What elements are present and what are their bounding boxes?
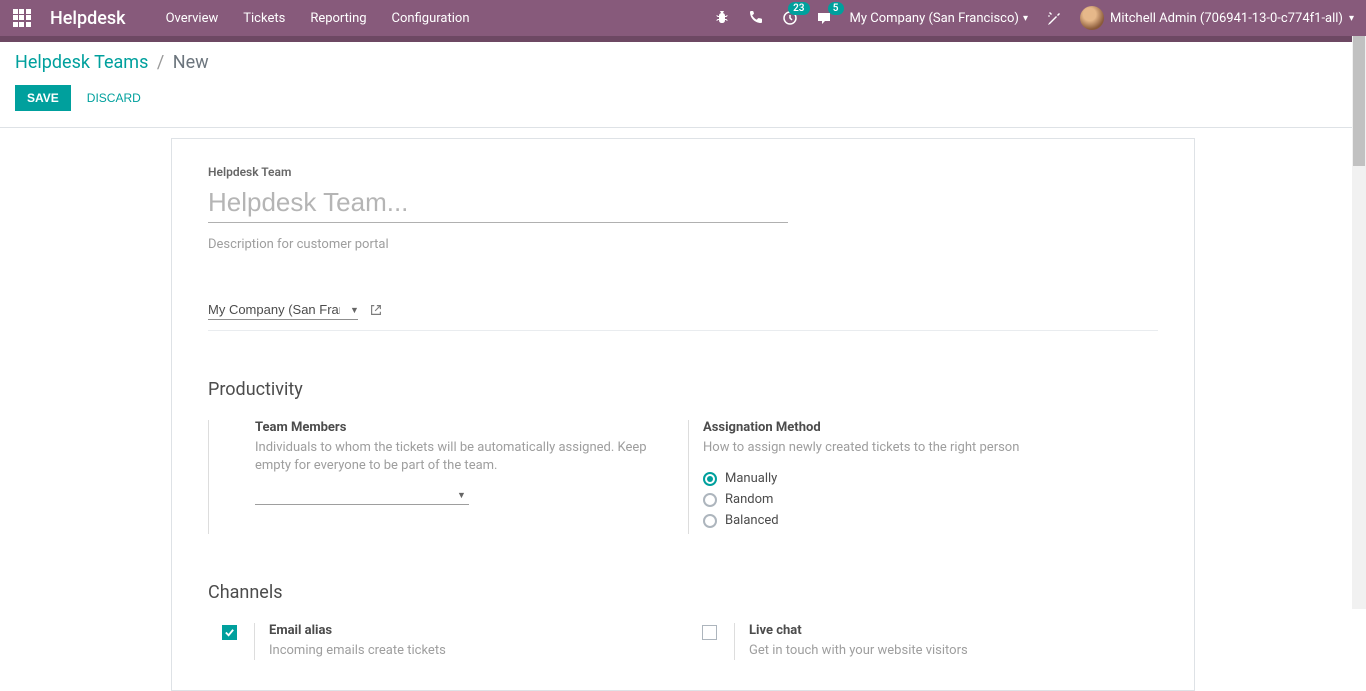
livechat-checkbox[interactable] [702,625,717,640]
radio-icon [703,472,717,486]
nav-menu: Overview Tickets Reporting Configuration [166,11,470,26]
team-members-desc: Individuals to whom the tickets will be … [255,439,664,475]
assignation-title: Assignation Method [703,420,1144,435]
messages-icon[interactable]: 5 [816,10,832,26]
phone-icon[interactable] [748,10,764,26]
team-members-title: Team Members [255,420,664,435]
discard-button[interactable]: DISCARD [87,91,141,105]
section-channels-title: Channels [208,582,1158,603]
team-members-input[interactable] [255,485,469,505]
nav-tickets[interactable]: Tickets [243,11,285,26]
external-link-icon[interactable] [369,303,383,317]
company-select[interactable] [208,300,358,320]
scrollbar-thumb[interactable] [1353,36,1365,166]
radio-balanced[interactable]: Balanced [703,513,1144,528]
check-icon [224,627,235,638]
tools-icon[interactable] [1046,10,1062,26]
assignation-desc: How to assign newly created tickets to t… [703,439,1144,457]
nav-overview[interactable]: Overview [166,11,219,26]
section-productivity-title: Productivity [208,379,1158,400]
email-alias-title: Email alias [269,623,664,638]
action-bar: SAVE DISCARD [0,79,1366,127]
team-desc-placeholder[interactable]: Description for customer portal [208,237,1158,252]
brand[interactable]: Helpdesk [50,8,126,29]
radio-random[interactable]: Random [703,492,1144,507]
navbar: Helpdesk Overview Tickets Reporting Conf… [0,0,1366,36]
apps-icon[interactable] [12,8,32,28]
team-name-input[interactable] [208,183,788,223]
radio-icon [703,514,717,528]
form-sheet: Helpdesk Team Description for customer p… [171,138,1195,691]
email-alias-checkbox[interactable] [222,625,237,640]
activities-icon[interactable]: 23 [782,10,798,26]
breadcrumb: Helpdesk Teams / New [0,42,1366,79]
nav-right: 23 5 My Company (San Francisco)▾ Mitchel… [714,6,1354,30]
messages-badge: 5 [828,2,844,15]
debug-icon[interactable] [714,10,730,26]
assignation-radio-group: Manually Random Balanced [703,471,1144,528]
scrollbar-track[interactable] [1352,36,1366,609]
livechat-desc: Get in touch with your website visitors [749,642,1144,660]
livechat-setting: Live chat Get in touch with your website… [688,623,1158,660]
assignation-setting: Assignation Method How to assign newly c… [688,420,1158,534]
email-alias-setting: Email alias Incoming emails create ticke… [208,623,678,660]
team-name-label: Helpdesk Team [208,165,1158,179]
team-members-setting: Team Members Individuals to whom the tic… [208,420,678,534]
user-menu[interactable]: Mitchell Admin (706941-13-0-c774f1-all)▾ [1080,6,1354,30]
nav-configuration[interactable]: Configuration [392,11,470,26]
company-field: ▼ [208,300,1158,320]
nav-reporting[interactable]: Reporting [310,11,366,26]
breadcrumb-parent[interactable]: Helpdesk Teams [15,52,148,73]
chevron-down-icon: ▼ [457,490,466,501]
radio-manually[interactable]: Manually [703,471,1144,486]
save-button[interactable]: SAVE [15,85,71,111]
activities-badge: 23 [788,2,809,15]
livechat-title: Live chat [749,623,1144,638]
breadcrumb-current: New [173,52,209,73]
company-switcher[interactable]: My Company (San Francisco)▾ [850,11,1028,26]
radio-icon [703,493,717,507]
avatar [1080,6,1104,30]
form-content: Helpdesk Team Description for customer p… [0,128,1366,691]
email-alias-desc: Incoming emails create tickets [269,642,664,660]
